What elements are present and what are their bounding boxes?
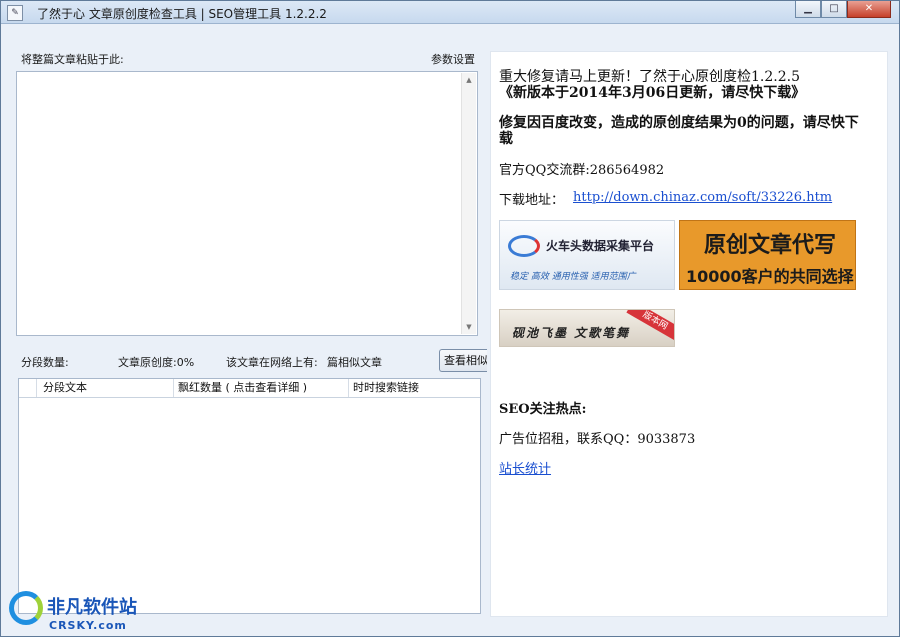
ad-banner-calligraphy[interactable]: 砚池飞墨 文歌笔舞 版本网 xyxy=(499,309,675,347)
scroll-down-arrow-icon[interactable]: ▼ xyxy=(462,320,476,334)
column-header-segment-text[interactable]: 分段文本 xyxy=(37,379,174,397)
watermark-name: 非凡软件站 xyxy=(47,597,137,618)
minimize-button[interactable]: ▁ xyxy=(795,1,821,18)
paste-label: 将整篇文章粘贴于此: xyxy=(21,53,124,66)
ad-locomotive-title: 火车头数据采集平台 xyxy=(546,239,655,253)
window-controls: ▁ □ ✕ xyxy=(795,1,891,19)
watermark-logo: 非凡软件站 CRSKY.com xyxy=(1,585,143,636)
left-panel: 将整篇文章粘贴于此: 参数设置 ▲ ▼ 分段数量: 文章原创度:0% 该文章在网… xyxy=(15,45,487,617)
ad-calligraphy-text: 砚池飞墨 文歌笔舞 xyxy=(512,326,631,340)
watermark-domain: CRSKY.com xyxy=(49,619,127,632)
column-header-red-count[interactable]: 飘红数量 ( 点击查看详细 ) xyxy=(174,379,349,397)
download-link[interactable]: http://down.chinaz.com/soft/33226.htm xyxy=(573,190,832,205)
segments-table[interactable]: 分段文本 飘红数量 ( 点击查看详细 ) 时时搜索链接 xyxy=(18,378,481,614)
stats-link[interactable]: 站长统计 xyxy=(499,458,551,477)
app-icon: ✎ xyxy=(7,5,23,21)
app-window: ✎ 了然于心 文章原创度检查工具 | SEO管理工具 1.2.2.2 ▁ □ ✕… xyxy=(0,0,900,637)
fix-notice-cont: 载 xyxy=(499,131,513,147)
scroll-up-arrow-icon[interactable]: ▲ xyxy=(462,73,476,87)
seo-hot-heading: SEO关注热点: xyxy=(499,402,587,417)
article-textarea[interactable]: ▲ ▼ xyxy=(16,71,478,336)
view-similar-button[interactable]: 查看相似 xyxy=(439,349,487,372)
update-date-notice: 《新版本于2014年3月06日更新，请尽快下载》 xyxy=(499,85,806,101)
ad-writing-subtitle: 10000客户的共同选择 xyxy=(686,267,854,286)
fix-notice: 修复因百度改变，造成的原创度结果为0的问题，请尽快下 xyxy=(499,115,859,131)
originality-label: 文章原创度:0% xyxy=(118,356,195,369)
ad-rent-text: 广告位招租，联系QQ：9033873 xyxy=(499,432,696,447)
info-panel: 重大修复请马上更新！了然于心原创度检1.2.2.5 《新版本于2014年3月06… xyxy=(490,51,888,617)
ad-calligraphy-tag: 版本网 xyxy=(626,310,674,342)
watermark-logo-icon xyxy=(9,591,43,625)
ad-banner-locomotive[interactable]: 火车头数据采集平台 稳定 高效 通用性强 适用范围广 xyxy=(499,220,675,290)
textarea-scrollbar[interactable]: ▲ ▼ xyxy=(461,73,476,334)
close-button[interactable]: ✕ xyxy=(847,1,891,18)
online-similar-label: 该文章在网络上有: xyxy=(226,356,318,369)
title-bar[interactable]: ✎ 了然于心 文章原创度检查工具 | SEO管理工具 1.2.2.2 ▁ □ ✕ xyxy=(1,1,899,24)
download-label: 下载地址： xyxy=(499,193,565,208)
locomotive-logo-icon xyxy=(508,235,540,257)
column-header-search-link[interactable]: 时时搜索链接 xyxy=(349,379,480,397)
table-header: 分段文本 飘红数量 ( 点击查看详细 ) 时时搜索链接 xyxy=(19,379,480,398)
ad-banner-writing[interactable]: 原创文章代写 10000客户的共同选择 xyxy=(679,220,856,290)
maximize-button[interactable]: □ xyxy=(821,1,847,18)
similar-articles-label: 篇相似文章 xyxy=(327,356,382,369)
table-header-indicator xyxy=(19,379,37,397)
ad-writing-title: 原创文章代写 xyxy=(704,233,837,258)
ad-locomotive-tagline: 稳定 高效 通用性强 适用范围广 xyxy=(510,272,636,282)
settings-link[interactable]: 参数设置 xyxy=(431,51,475,67)
segment-count-label: 分段数量: xyxy=(21,356,69,369)
window-title: 了然于心 文章原创度检查工具 | SEO管理工具 1.2.2.2 xyxy=(37,7,327,21)
qq-group-text: 官方QQ交流群:286564982 xyxy=(499,163,665,178)
